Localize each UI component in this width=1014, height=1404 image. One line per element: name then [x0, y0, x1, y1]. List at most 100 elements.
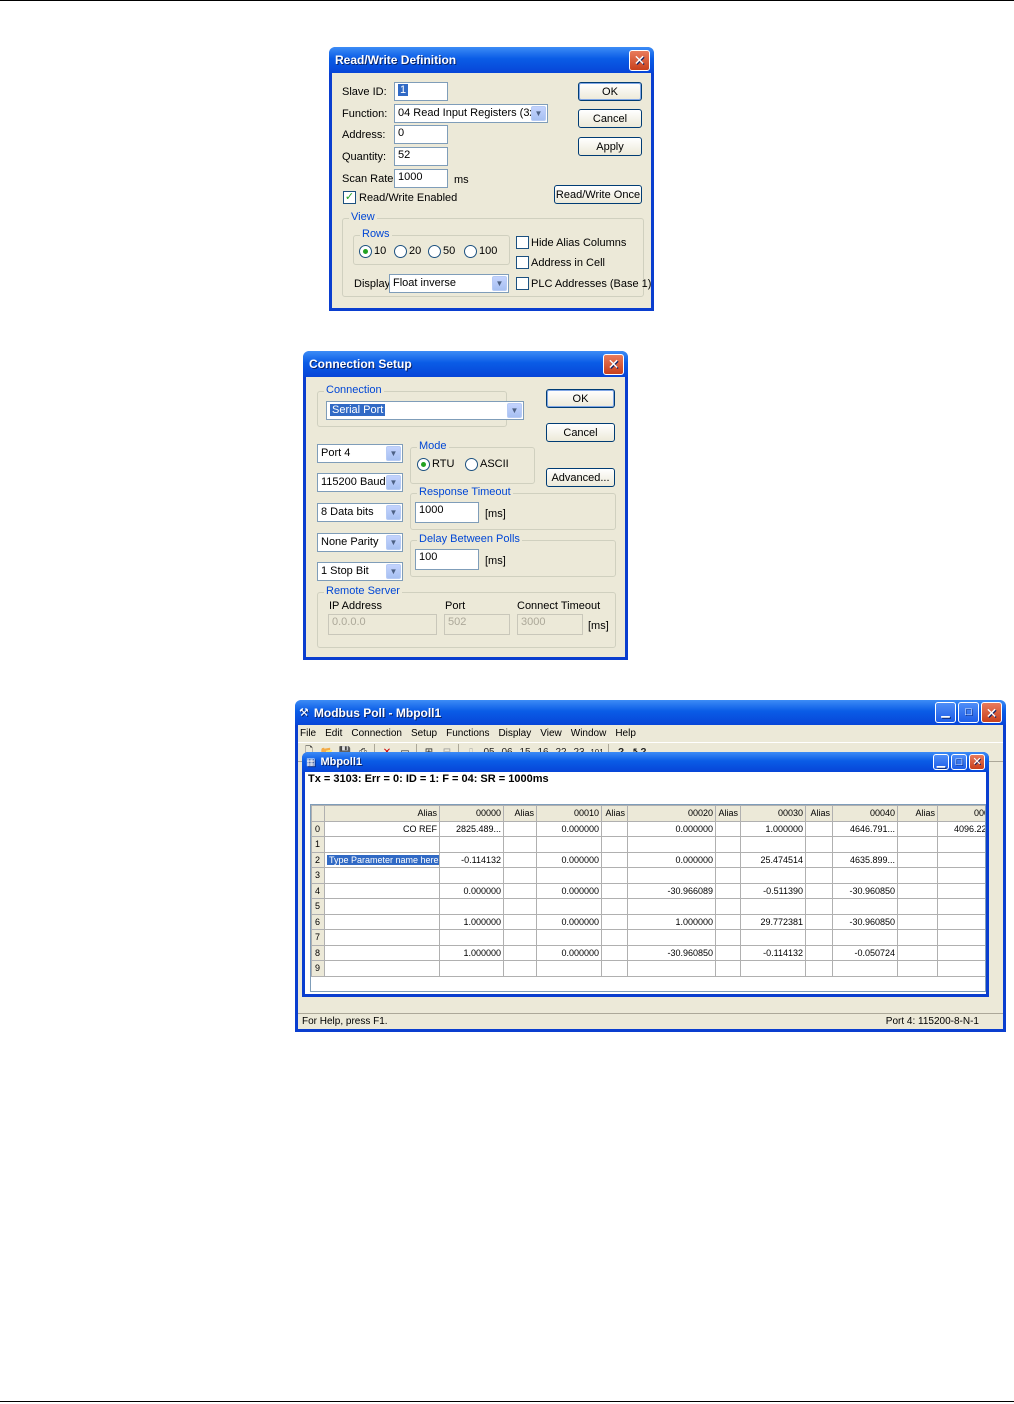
value-cell[interactable] [439, 836, 504, 853]
value-cell[interactable] [439, 867, 504, 884]
value-cell[interactable] [740, 960, 806, 977]
alias-cell[interactable] [601, 820, 628, 837]
menu-connection[interactable]: Connection [351, 728, 402, 739]
alias-cell[interactable] [805, 944, 833, 961]
value-cell[interactable] [937, 851, 985, 868]
value-cell[interactable]: -0.511390 [740, 882, 806, 899]
alias-cell[interactable] [601, 851, 628, 868]
hide-alias-checkbox[interactable] [516, 236, 529, 249]
alias-cell[interactable] [805, 960, 833, 977]
alias-cell[interactable] [715, 851, 741, 868]
value-cell[interactable] [937, 882, 985, 899]
minimize-icon[interactable]: ▁ [935, 702, 956, 723]
value-cell[interactable] [937, 944, 985, 961]
grid-header[interactable]: Alias [601, 805, 628, 822]
value-cell[interactable] [536, 960, 602, 977]
value-cell[interactable]: 1.000000 [439, 913, 504, 930]
minimize-icon[interactable]: ▁ [933, 754, 949, 770]
cancel-button[interactable]: Cancel [546, 423, 615, 442]
grid-header[interactable]: 00030 [740, 805, 806, 822]
value-cell[interactable]: 1.000000 [627, 913, 716, 930]
close-icon[interactable]: ✕ [629, 49, 650, 71]
alias-cell[interactable] [324, 929, 440, 946]
value-cell[interactable]: -30.960850 [832, 882, 898, 899]
menu-file[interactable]: File [300, 728, 316, 739]
value-cell[interactable]: 2825.489... [439, 820, 504, 837]
alias-cell[interactable] [503, 898, 537, 915]
alias-cell[interactable] [503, 929, 537, 946]
alias-cell[interactable] [897, 960, 938, 977]
alias-cell[interactable] [601, 913, 628, 930]
value-cell[interactable] [937, 836, 985, 853]
rows-10-radio[interactable] [359, 245, 372, 258]
value-cell[interactable]: -30.966089 [627, 882, 716, 899]
value-cell[interactable] [627, 898, 716, 915]
alias-cell[interactable] [324, 882, 440, 899]
alias-cell[interactable]: Type Parameter name here [324, 851, 440, 868]
value-cell[interactable] [439, 960, 504, 977]
advanced-button[interactable]: Advanced... [546, 468, 615, 487]
alias-cell[interactable] [805, 882, 833, 899]
alias-cell[interactable] [601, 867, 628, 884]
value-cell[interactable] [937, 913, 985, 930]
alias-cell[interactable] [324, 960, 440, 977]
ip-address-input[interactable]: 0.0.0.0 [328, 614, 437, 635]
maximize-icon[interactable]: □ [951, 754, 967, 770]
rows-50-radio[interactable] [428, 245, 441, 258]
response-timeout-input[interactable]: 1000 [415, 502, 479, 523]
alias-cell[interactable] [503, 960, 537, 977]
alias-cell[interactable] [897, 944, 938, 961]
menu-setup[interactable]: Setup [411, 728, 437, 739]
alias-cell[interactable] [805, 836, 833, 853]
rows-100-radio[interactable] [464, 245, 477, 258]
value-cell[interactable] [536, 929, 602, 946]
alias-cell[interactable] [601, 944, 628, 961]
value-cell[interactable]: -30.960850 [832, 913, 898, 930]
value-cell[interactable] [627, 960, 716, 977]
alias-cell[interactable] [897, 851, 938, 868]
menu-view[interactable]: View [540, 728, 562, 739]
value-cell[interactable] [740, 867, 806, 884]
close-icon[interactable]: ✕ [981, 702, 1002, 723]
display-select[interactable]: Float inverse ▼ [389, 274, 509, 293]
alias-cell[interactable] [805, 929, 833, 946]
alias-cell[interactable] [503, 851, 537, 868]
scan-rate-input[interactable]: 1000 [394, 169, 448, 188]
value-cell[interactable]: 0.000000 [536, 913, 602, 930]
apply-button[interactable]: Apply [578, 137, 642, 156]
chevron-down-icon[interactable]: ▼ [386, 446, 401, 461]
grid-header[interactable]: 00010 [536, 805, 602, 822]
grid-header[interactable]: Alias [897, 805, 938, 822]
value-cell[interactable]: -0.114132 [439, 851, 504, 868]
grid-header[interactable]: Alias [503, 805, 537, 822]
alias-cell[interactable] [324, 898, 440, 915]
port-input[interactable]: 502 [444, 614, 510, 635]
plc-addresses-checkbox[interactable] [516, 277, 529, 290]
value-cell[interactable] [627, 929, 716, 946]
grid-header[interactable]: Alias [715, 805, 741, 822]
alias-cell[interactable] [715, 960, 741, 977]
maximize-icon[interactable]: □ [958, 702, 979, 723]
value-cell[interactable] [832, 898, 898, 915]
value-cell[interactable] [832, 836, 898, 853]
value-cell[interactable] [740, 929, 806, 946]
value-cell[interactable] [536, 898, 602, 915]
address-in-cell-checkbox[interactable] [516, 256, 529, 269]
grid-header[interactable]: 00000 [439, 805, 504, 822]
value-cell[interactable] [832, 929, 898, 946]
alias-cell[interactable] [324, 913, 440, 930]
alias-cell[interactable] [897, 820, 938, 837]
rw-dialog-titlebar[interactable]: Read/Write Definition ✕ [329, 47, 654, 73]
chevron-down-icon[interactable]: ▼ [386, 505, 401, 520]
value-cell[interactable] [937, 929, 985, 946]
databits-select[interactable]: 8 Data bits ▼ [317, 503, 403, 522]
value-cell[interactable] [439, 929, 504, 946]
value-cell[interactable]: -30.960850 [627, 944, 716, 961]
value-cell[interactable]: 4096.228... [937, 820, 985, 837]
ok-button[interactable]: OK [578, 82, 642, 101]
alias-cell[interactable] [805, 913, 833, 930]
function-select[interactable]: 04 Read Input Registers (3x) ▼ [394, 104, 548, 123]
value-cell[interactable] [832, 867, 898, 884]
alias-cell[interactable] [503, 882, 537, 899]
address-input[interactable]: 0 [394, 125, 448, 144]
